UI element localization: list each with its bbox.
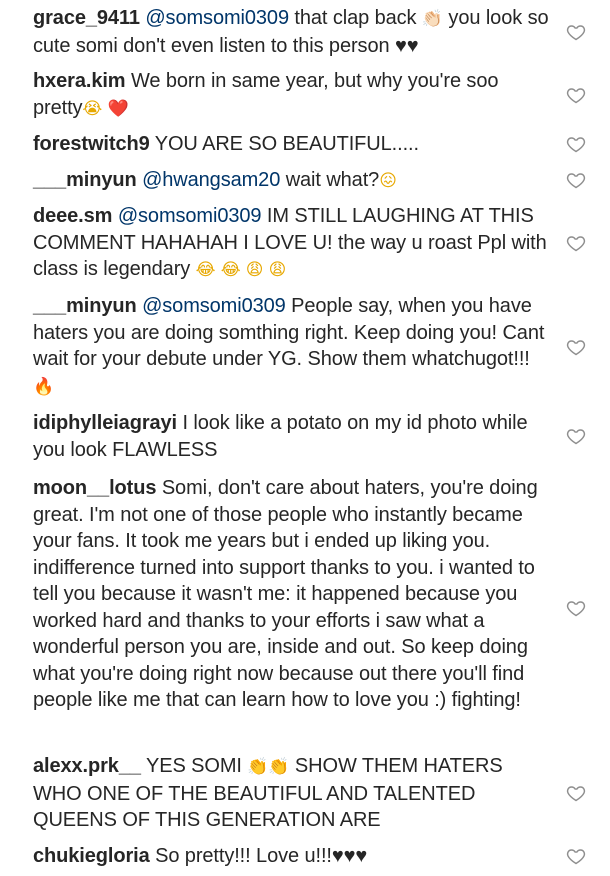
like-button[interactable]: [566, 337, 586, 357]
comment-username[interactable]: ___minyun: [33, 295, 137, 317]
comment-text: that clap back: [288, 7, 422, 29]
clap-emoji: 👏🏻: [421, 9, 443, 29]
like-button[interactable]: [566, 134, 586, 154]
heart-outline-icon: [566, 429, 586, 445]
heart-outline-icon: [566, 88, 586, 104]
comment-item: idiphylleiagrayi I look like a potato on…: [33, 410, 553, 463]
comment-item: forestwitch9 YOU ARE SO BEAUTIFUL.....: [33, 131, 553, 158]
crying-emoji: 😭: [82, 98, 103, 119]
heart-emoji: ❤️: [107, 98, 129, 119]
heart-outline-icon: [566, 25, 586, 41]
like-button[interactable]: [566, 85, 586, 105]
heart-outline-icon: [566, 236, 586, 252]
heart-outline-icon: [566, 340, 586, 356]
comment-mention[interactable]: @somsomi0309: [142, 295, 286, 317]
comment-mention[interactable]: @somsomi0309: [145, 7, 289, 29]
comment-username[interactable]: moon__lotus: [33, 477, 156, 499]
comment-item: ___minyun @hwangsam20 wait what?😖: [33, 167, 553, 195]
clap-emoji: 👏👏: [247, 757, 290, 777]
comment-username[interactable]: alexx.prk__: [33, 755, 141, 777]
comment-username[interactable]: grace_9411: [33, 7, 140, 29]
comment-item: deee.sm @somsomi0309 IM STILL LAUGHING A…: [33, 203, 553, 284]
like-button[interactable]: [566, 783, 586, 803]
comment-text: YOU ARE SO BEAUTIFUL.....: [149, 133, 419, 155]
comment-item: grace_9411 @somsomi0309 that clap back 👏…: [33, 5, 553, 59]
comment-username[interactable]: forestwitch9: [33, 133, 150, 155]
comment-text: So pretty!!! Love u!!!♥♥♥: [149, 845, 368, 867]
comment-item: alexx.prk__ YES SOMI 👏👏 SHOW THEM HATERS…: [33, 753, 553, 834]
comment-item: chukiegloria So pretty!!! Love u!!!♥♥♥: [33, 843, 553, 870]
comment-item: moon__lotus Somi, don't care about hater…: [33, 475, 553, 714]
comment-item: ___minyun @somsomi0309 People say, when …: [33, 293, 553, 400]
comment-item: hxera.kim We born in same year, but why …: [33, 68, 553, 122]
heart-outline-icon: [566, 173, 586, 189]
like-button[interactable]: [566, 22, 586, 42]
comment-username[interactable]: hxera.kim: [33, 70, 126, 92]
comment-text: YES SOMI: [140, 755, 248, 777]
heart-outline-icon: [566, 137, 586, 153]
heart-outline-icon: [566, 849, 586, 865]
like-button[interactable]: [566, 846, 586, 866]
comment-text: Somi, don't care about haters, you're do…: [33, 477, 538, 711]
heart-outline-icon: [566, 786, 586, 802]
comment-username[interactable]: ___minyun: [33, 169, 137, 191]
heart-outline-icon: [566, 601, 586, 617]
comment-username[interactable]: chukiegloria: [33, 845, 150, 867]
laughing-weary-emojis: 😂 😂 😩 😩: [195, 260, 287, 280]
comment-mention[interactable]: @somsomi0309: [118, 205, 262, 227]
confounded-emoji: 😖: [379, 171, 397, 191]
like-button[interactable]: [566, 233, 586, 253]
like-button[interactable]: [566, 426, 586, 446]
comment-text: wait what?: [280, 169, 380, 191]
fire-emoji: 🔥: [33, 376, 55, 397]
like-button[interactable]: [566, 598, 586, 618]
like-button[interactable]: [566, 170, 586, 190]
comment-username[interactable]: deee.sm: [33, 205, 112, 227]
comment-mention[interactable]: @hwangsam20: [142, 169, 280, 191]
comment-username[interactable]: idiphylleiagrayi: [33, 412, 177, 434]
